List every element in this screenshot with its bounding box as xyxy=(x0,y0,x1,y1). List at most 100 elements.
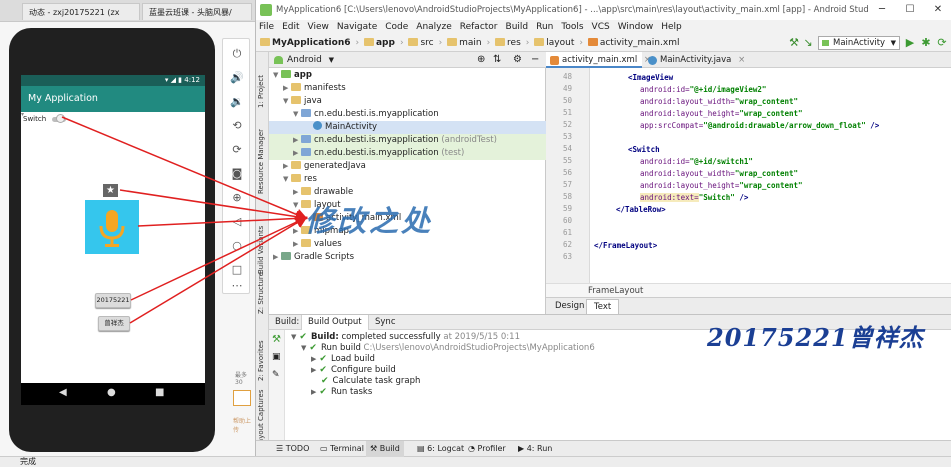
home-icon[interactable]: ○ xyxy=(223,239,251,252)
close-icon[interactable]: ✕ xyxy=(924,0,951,20)
volume-down-icon[interactable]: 🔉 xyxy=(223,95,251,108)
run-build-row[interactable]: ▼ ✔ Run build C:\Users\lenovo\AndroidStudi… xyxy=(301,343,595,354)
camera-icon[interactable]: ◙ xyxy=(223,167,251,180)
project-view-select[interactable]: Android xyxy=(287,55,322,65)
menu-vcs[interactable]: VCS xyxy=(592,20,610,34)
menu-analyze[interactable]: Analyze xyxy=(416,20,451,34)
tool-tab-project[interactable]: 1: Project xyxy=(257,58,268,108)
volume-up-icon[interactable]: 🔊 xyxy=(223,71,251,84)
run-configuration-select[interactable]: MainActivity ▼ xyxy=(818,36,900,50)
android-icon xyxy=(274,56,283,64)
breadcrumb-layout[interactable]: layout xyxy=(534,34,574,52)
chevron-down-icon[interactable]: ▼ xyxy=(329,56,334,64)
make-arrow-icon[interactable]: ↘ xyxy=(802,37,814,49)
tool-tab-resource-manager[interactable]: Resource Manager xyxy=(257,118,268,194)
folder-icon xyxy=(363,38,374,46)
breadcrumb-frame-layout[interactable]: FrameLayout xyxy=(588,286,643,296)
tree-item-generatedjava[interactable]: ▶ generatedJava xyxy=(269,160,546,173)
tab-build-output[interactable]: Build Output xyxy=(301,315,369,330)
logcat-icon: ▤ xyxy=(417,444,428,453)
tool-terminal[interactable]: ▭ Terminal xyxy=(316,441,368,457)
rotate-left-icon[interactable]: ⟲ xyxy=(223,119,251,132)
tree-item-res[interactable]: ▼ res xyxy=(269,173,546,186)
hide-panel-icon[interactable]: − xyxy=(531,52,539,68)
breadcrumb-app[interactable]: app xyxy=(363,34,395,52)
code-editor[interactable]: <ImageView android:id="@+id/imageView2" … xyxy=(590,68,951,283)
tool-run[interactable]: ▶ 4: Run xyxy=(514,441,556,457)
tool-tab-build-variants[interactable]: Build Variants xyxy=(257,212,268,274)
tree-item-package[interactable]: ▼ cn.edu.besti.is.myapplication xyxy=(269,108,546,121)
tool-tab-favorites[interactable]: 2: Favorites xyxy=(257,337,268,381)
zoom-icon[interactable]: ⊕ xyxy=(223,191,251,204)
layout-icon[interactable]: ▣ xyxy=(272,352,281,362)
tab-mainactivity-java[interactable]: MainActivity.java × xyxy=(644,52,745,68)
build-step-row[interactable]: ▶ ✔ Configure build xyxy=(311,365,396,376)
menu-file[interactable]: File xyxy=(259,20,274,34)
switch-thumb[interactable] xyxy=(56,114,65,123)
gear-icon[interactable]: ⚙ xyxy=(513,52,522,68)
menu-view[interactable]: View xyxy=(308,20,329,34)
tool-tab-structure[interactable]: Z: Structure xyxy=(257,272,268,314)
tool-build[interactable]: ⚒ Build xyxy=(366,441,404,457)
menu-run[interactable]: Run xyxy=(536,20,553,34)
apply-changes-icon[interactable]: ⟳ xyxy=(936,37,948,49)
package-icon xyxy=(301,135,311,143)
tree-item-gradle-scripts[interactable]: ▶ Gradle Scripts xyxy=(269,251,546,264)
menu-tools[interactable]: Tools xyxy=(561,20,583,34)
student-id-button[interactable]: 20175221 xyxy=(95,293,131,308)
tree-item-app[interactable]: ▼ app xyxy=(269,69,546,82)
target-icon[interactable]: ⊕ xyxy=(477,52,485,68)
tree-item-manifests[interactable]: ▶ manifests xyxy=(269,82,546,95)
menu-code[interactable]: Code xyxy=(385,20,408,34)
run-icon[interactable]: ▶ xyxy=(904,37,916,49)
tab-text[interactable]: Text xyxy=(586,299,620,314)
breadcrumb-res[interactable]: res xyxy=(495,34,521,52)
browser-tab-bar: 动态 - zxj20175221 (zx 蓝墨云班课 - 头脑风暴/ xyxy=(0,0,255,22)
home-icon[interactable]: ● xyxy=(107,387,116,398)
tool-todo[interactable]: ☰ TODO xyxy=(272,441,313,457)
debug-icon[interactable]: ✱ xyxy=(920,37,932,49)
build-step-row[interactable]: ▶ ✔ Load build xyxy=(311,354,375,365)
tree-item-package-androidtest[interactable]: ▶ cn.edu.besti.is.myapplication (androidT… xyxy=(269,134,546,147)
build-step-row[interactable]: ▶ ✔ Run tasks xyxy=(311,387,372,398)
more-icon[interactable]: ⋯ xyxy=(223,279,251,292)
overview-icon[interactable]: ■ xyxy=(155,387,164,398)
power-icon[interactable]: ⏻ xyxy=(223,47,251,61)
breadcrumb-main[interactable]: main xyxy=(447,34,482,52)
breadcrumb-file[interactable]: activity_main.xml xyxy=(587,34,679,52)
back-icon[interactable]: ◁ xyxy=(223,215,251,228)
build-summary-row[interactable]: ▼ ✔ Build: completed successfully at 2019/… xyxy=(291,332,520,343)
browser-tab-1[interactable]: 动态 - zxj20175221 (zx xyxy=(22,3,140,20)
minimize-icon[interactable]: ─ xyxy=(868,0,896,20)
tab-sync[interactable]: Sync xyxy=(369,315,402,330)
edit-icon[interactable] xyxy=(233,390,251,406)
back-icon[interactable]: ◀ xyxy=(59,387,67,398)
tree-item-package-test[interactable]: ▶ cn.edu.besti.is.myapplication (test) xyxy=(269,147,546,160)
rotate-right-icon[interactable]: ⟳ xyxy=(223,143,251,156)
build-step-row[interactable]: ✔ Calculate task graph xyxy=(321,376,420,387)
collapse-icon[interactable]: ⇅ xyxy=(493,52,501,68)
tab-activity-main-xml[interactable]: activity_main.xml × xyxy=(546,52,651,68)
hammer-icon[interactable]: ⚒ xyxy=(272,334,281,345)
menu-refactor[interactable]: Refactor xyxy=(460,20,498,34)
folder-icon xyxy=(447,38,458,46)
menu-build[interactable]: Build xyxy=(506,20,529,34)
menu-edit[interactable]: Edit xyxy=(282,20,299,34)
menu-help[interactable]: Help xyxy=(661,20,682,34)
tree-item-mainactivity[interactable]: MainActivity xyxy=(269,121,546,134)
tree-item-java[interactable]: ▼ java xyxy=(269,95,546,108)
tool-profiler[interactable]: ◔ Profiler xyxy=(464,441,510,457)
overview-icon[interactable]: □ xyxy=(223,263,251,276)
maximize-icon[interactable]: ☐ xyxy=(896,0,924,20)
tool-logcat[interactable]: ▤ 6: Logcat xyxy=(413,441,468,457)
menu-navigate[interactable]: Navigate xyxy=(337,20,377,34)
breadcrumb-project[interactable]: MyApplication6 xyxy=(260,34,351,52)
breadcrumb-src[interactable]: src xyxy=(408,34,434,52)
name-button[interactable]: 曾祥杰 xyxy=(98,316,130,331)
hammer-icon[interactable]: ⚒ xyxy=(788,37,800,49)
pin-icon[interactable]: ✎ xyxy=(272,370,280,380)
close-tab-icon[interactable]: × xyxy=(738,55,745,65)
menu-window[interactable]: Window xyxy=(618,20,654,34)
tab-design[interactable]: Design xyxy=(548,299,591,314)
browser-tab-2[interactable]: 蓝墨云班课 - 头脑风暴/ xyxy=(142,3,252,20)
